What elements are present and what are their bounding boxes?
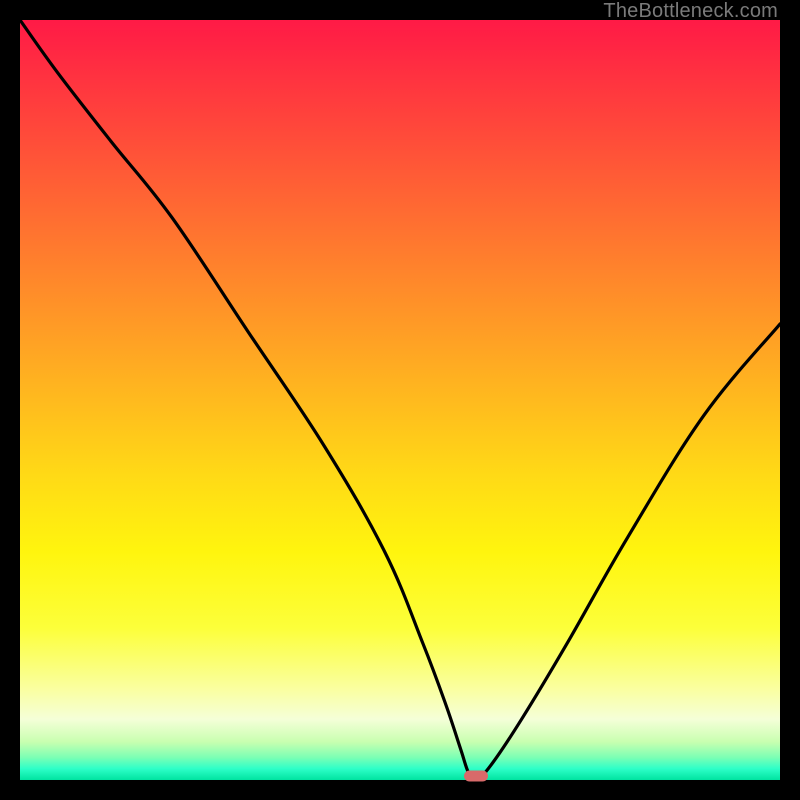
bottleneck-curve (20, 20, 780, 780)
curve-svg (20, 20, 780, 780)
chart-frame (20, 20, 780, 780)
optimal-marker (464, 771, 488, 782)
plot-area (20, 20, 780, 780)
